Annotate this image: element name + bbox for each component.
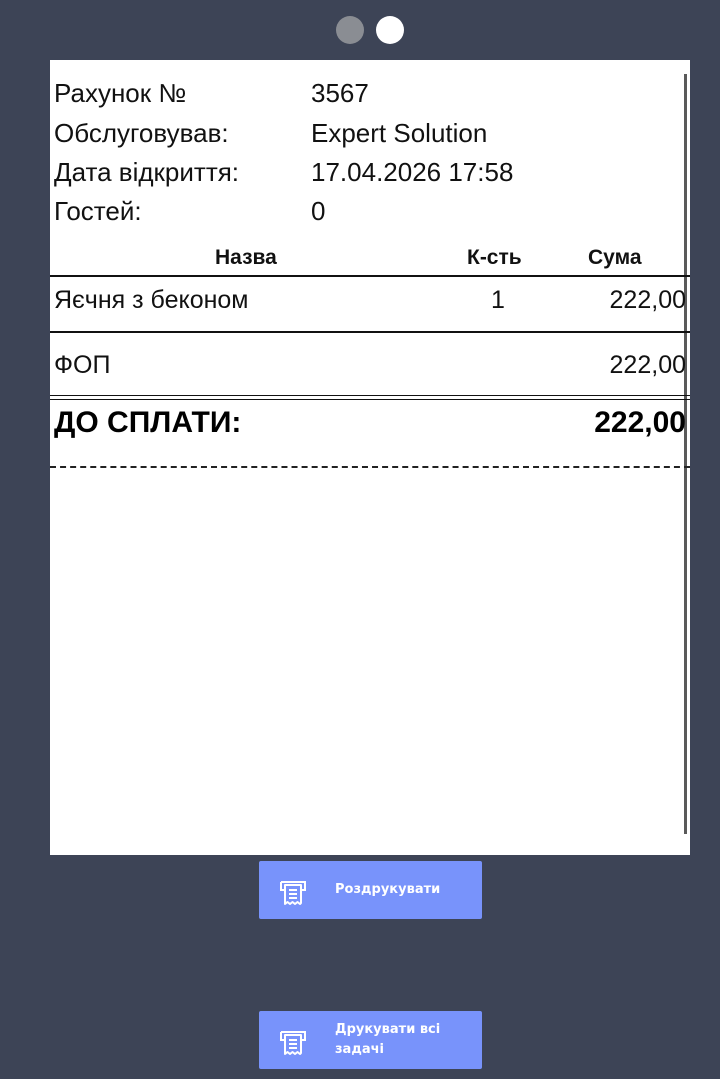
item-name: Яєчня з беконом — [54, 286, 249, 314]
opened-date-label: Дата відкриття: — [54, 157, 240, 187]
check-number-label: Рахунок № — [54, 78, 187, 108]
page-dot-1[interactable] — [336, 16, 364, 44]
receipt-preview: Рахунок № 3567 Обслуговував: Expert Solu… — [50, 60, 690, 855]
print-all-tasks-button-label: Друкувати всі задачі — [335, 1022, 441, 1057]
page-dot-2-active[interactable] — [376, 16, 404, 44]
subtotal-label: ФОП — [54, 351, 111, 379]
receipt-print-icon — [280, 881, 306, 905]
total-label: ДО СПЛАТИ: — [54, 406, 242, 439]
print-button[interactable]: Роздрукувати — [259, 861, 482, 919]
print-button-label: Роздрукувати — [335, 882, 441, 897]
header-divider — [50, 275, 690, 277]
opened-date-value: 17.04.2026 17:58 — [311, 157, 514, 187]
column-header-sum: Сума — [588, 246, 642, 269]
cut-line — [50, 466, 690, 468]
guests-label: Гостей: — [54, 196, 142, 226]
receipt-print-icon — [280, 1031, 306, 1055]
page-indicator — [0, 16, 720, 46]
scrollbar[interactable] — [684, 74, 687, 834]
guests-value: 0 — [311, 196, 326, 226]
column-header-name: Назва — [215, 246, 277, 269]
subtotal-value: 222,00 — [609, 351, 686, 379]
item-qty: 1 — [491, 286, 505, 314]
total-divider-top — [50, 395, 690, 396]
total-value: 222,00 — [594, 406, 686, 439]
check-number-value: 3567 — [311, 78, 369, 108]
total-divider-bottom — [50, 399, 690, 400]
waiter-label: Обслуговував: — [54, 118, 229, 148]
waiter-value: Expert Solution — [311, 118, 488, 148]
item-sum: 222,00 — [609, 286, 686, 314]
column-header-qty: К-сть — [467, 246, 522, 269]
items-divider — [50, 331, 690, 333]
print-all-tasks-button[interactable]: Друкувати всі задачі — [259, 1011, 482, 1069]
